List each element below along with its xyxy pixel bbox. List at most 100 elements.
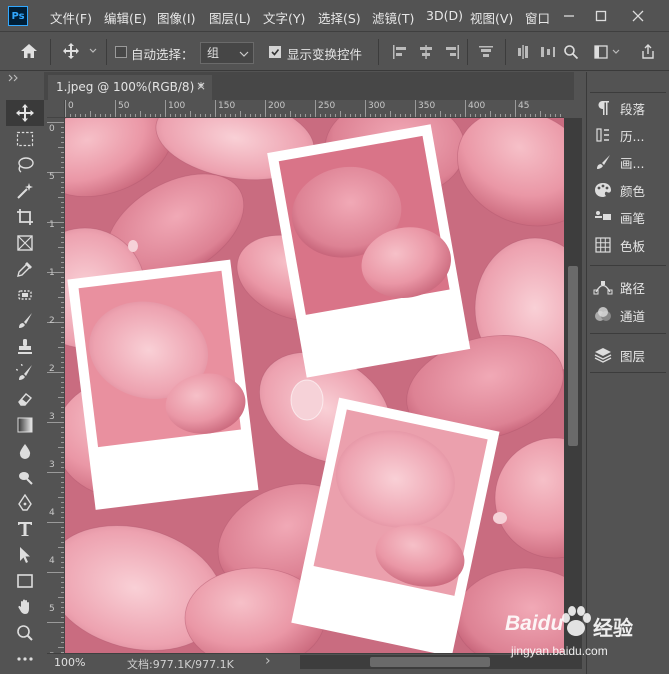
eraser-tool[interactable]	[6, 386, 44, 412]
panel-brush-settings[interactable]: 画...	[592, 149, 669, 175]
ruler-tick	[47, 422, 64, 423]
document-canvas[interactable]	[65, 118, 564, 653]
more-tools-button[interactable]	[6, 646, 44, 672]
double-chevron-right-icon[interactable]	[8, 74, 20, 82]
menu-file[interactable]: 文件(F)	[50, 8, 92, 27]
dodge-tool[interactable]	[6, 464, 44, 490]
document-tab[interactable]: 1.jpeg @ 100%(RGB/8) * ×	[48, 75, 212, 100]
show-transform-checkbox[interactable]	[269, 46, 281, 58]
distribute-icon[interactable]	[540, 44, 556, 60]
separator	[106, 39, 107, 65]
ruler-tick	[540, 111, 541, 117]
ruler-tick	[290, 111, 291, 117]
brushes-icon	[595, 211, 611, 220]
minimize-button[interactable]	[555, 4, 583, 28]
align-right-icon[interactable]	[444, 44, 460, 60]
panel-swatches[interactable]: 色板	[592, 232, 669, 258]
panel-paths[interactable]: 路径	[592, 274, 669, 300]
ruler-label: 50	[118, 101, 130, 111]
zoom-tool[interactable]	[6, 620, 44, 646]
ruler-label: 400	[468, 101, 486, 111]
brush-tool[interactable]	[6, 308, 44, 334]
panel-history[interactable]: 历...	[592, 122, 669, 148]
frame-tool[interactable]	[6, 230, 44, 256]
path-selection-tool[interactable]	[6, 542, 44, 568]
marquee-tool[interactable]	[6, 126, 44, 152]
ruler-label: 200	[268, 101, 286, 111]
menu-layer[interactable]: 图层(L)	[209, 8, 251, 27]
ruler-tick	[515, 100, 516, 117]
panel-label: 图层	[620, 348, 646, 364]
patch-tool[interactable]	[6, 282, 44, 308]
history-brush-tool[interactable]	[6, 360, 44, 386]
move-icon	[63, 43, 97, 59]
search-icon[interactable]	[563, 44, 579, 60]
ruler-label: 2	[49, 316, 55, 326]
ruler-tick	[47, 622, 64, 623]
zoom-level[interactable]: 100%	[54, 656, 85, 669]
menu-filter[interactable]: 滤镜(T)	[372, 8, 414, 27]
rectangle-tool[interactable]	[6, 568, 44, 594]
share-icon[interactable]	[640, 43, 656, 61]
ruler-label: 1	[49, 268, 55, 278]
menu-edit[interactable]: 编辑(E)	[104, 8, 147, 27]
pen-tool[interactable]	[6, 490, 44, 516]
home-button[interactable]	[20, 43, 38, 62]
ruler-label: 5	[49, 172, 55, 182]
ruler-origin[interactable]	[47, 100, 65, 118]
eyedropper-tool[interactable]	[6, 256, 44, 282]
menu-view[interactable]: 视图(V)	[470, 8, 513, 27]
stamp-tool[interactable]	[6, 334, 44, 360]
panel-color[interactable]: 颜色	[592, 177, 669, 203]
panel-label: 色板	[620, 238, 646, 254]
vertical-scroll-thumb[interactable]	[568, 266, 578, 446]
ruler-tick	[47, 122, 64, 123]
close-window-button[interactable]	[624, 4, 652, 28]
horizontal-scroll-thumb[interactable]	[370, 657, 490, 667]
panel-brushes[interactable]: 画笔	[592, 204, 669, 230]
lasso-tool[interactable]	[6, 152, 44, 178]
move-tool-preset-button[interactable]	[62, 42, 98, 63]
ruler-label: 3	[49, 412, 55, 422]
chevron-down-icon	[89, 48, 97, 53]
status-menu-arrow[interactable]: ›	[265, 653, 271, 669]
ruler-tick	[315, 100, 316, 117]
hand-tool[interactable]	[6, 594, 44, 620]
align-vertical-center-icon[interactable]	[515, 44, 531, 60]
auto-select-checkbox[interactable]	[115, 46, 127, 58]
maximize-button[interactable]	[587, 4, 615, 28]
ruler-tick	[340, 111, 341, 117]
align-top-icon[interactable]	[478, 44, 494, 60]
align-center-icon[interactable]	[418, 44, 434, 60]
ruler-tick	[165, 100, 166, 117]
menu-window[interactable]: 窗口	[525, 8, 550, 27]
panel-paragraph[interactable]: 段落	[592, 95, 669, 121]
menu-type[interactable]: 文字(Y)	[263, 8, 305, 27]
auto-select-dropdown[interactable]: 组	[200, 42, 254, 64]
move-tool[interactable]	[6, 100, 44, 126]
ruler-tick	[58, 397, 64, 398]
magic-wand-tool[interactable]	[6, 178, 44, 204]
auto-select-label: 自动选择：	[131, 47, 194, 62]
ruler-tick	[58, 547, 64, 548]
ruler-label: 250	[318, 101, 336, 111]
ruler-tick	[415, 100, 416, 117]
menu-3d[interactable]: 3D(D)	[426, 8, 463, 23]
tab-close-icon[interactable]: ×	[196, 79, 206, 93]
gradient-tool[interactable]	[6, 412, 44, 438]
type-tool[interactable]	[6, 516, 44, 542]
ruler-tick	[58, 197, 64, 198]
blur-tool[interactable]	[6, 438, 44, 464]
panel-layers[interactable]: 图层	[592, 342, 669, 368]
panel-channels[interactable]: 通道	[592, 302, 669, 328]
panel-divider	[590, 265, 666, 266]
ruler-label: 45	[518, 101, 530, 111]
zoom-icon	[17, 625, 33, 641]
menu-image[interactable]: 图像(I)	[157, 8, 195, 27]
align-left-icon[interactable]	[392, 44, 408, 60]
workspace-icon[interactable]	[594, 44, 622, 60]
menu-select[interactable]: 选择(S)	[318, 8, 361, 27]
separator	[467, 39, 468, 65]
panel-label: 历...	[620, 128, 645, 144]
crop-tool[interactable]	[6, 204, 44, 230]
